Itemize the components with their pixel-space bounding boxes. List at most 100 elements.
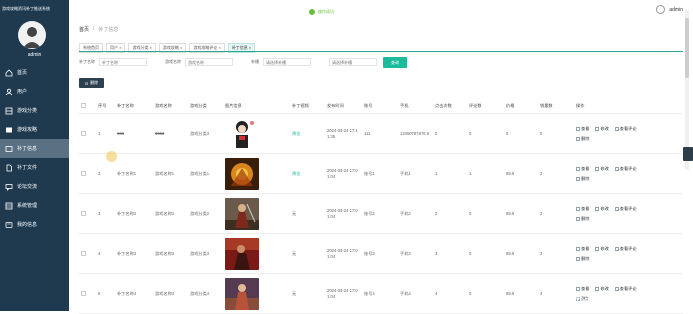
scrollbar[interactable]	[685, 10, 689, 170]
sidebar-item-label: 游戏攻略	[17, 127, 38, 133]
search-button[interactable]: 查询	[383, 57, 407, 68]
table-cell: 游戏名称1	[155, 154, 174, 193]
cell-account: 账号1	[364, 170, 375, 176]
table-cell: 0	[469, 114, 471, 153]
cell-account: 账号2	[364, 210, 375, 216]
delete-button[interactable]: 删除	[576, 136, 589, 142]
cell-video[interactable]: 预览	[292, 171, 300, 177]
edit-label: 修改	[600, 285, 609, 291]
view-button[interactable]: 查看	[576, 246, 589, 252]
cell-account: 账号4	[364, 290, 375, 296]
tab-label: 游戏攻略评论	[193, 45, 218, 50]
comments-button[interactable]: 查看评论	[614, 206, 637, 212]
edit-button[interactable]: 修改	[595, 206, 609, 212]
close-icon[interactable]: ×	[148, 45, 152, 50]
table-cell: 666	[117, 114, 124, 153]
cell-time: 2024-04-24 17:11:35	[327, 127, 358, 139]
delete-label: 删除	[90, 80, 99, 85]
close-icon[interactable]: ×	[217, 45, 220, 50]
row-checkbox-cell	[81, 234, 86, 273]
avatar[interactable]	[18, 21, 46, 49]
view-icon	[576, 286, 580, 291]
sidebar-item-7[interactable]: 系统管理	[0, 196, 69, 215]
view-button[interactable]: 查看	[576, 206, 589, 212]
edit-button[interactable]: 修改	[595, 166, 609, 172]
scrollbar-thumb[interactable]	[685, 18, 689, 78]
cell-comments: 0	[469, 291, 472, 296]
cell-clicks: 3	[435, 251, 438, 256]
edit-button[interactable]: 修改	[595, 126, 609, 132]
table-cell: 3	[435, 234, 437, 273]
edit-button[interactable]: 修改	[595, 285, 609, 292]
checkbox[interactable]	[81, 171, 86, 176]
close-icon[interactable]: ×	[248, 45, 251, 50]
table-cell: 账号1	[364, 154, 375, 193]
toast-text: 操作成功	[318, 9, 334, 14]
close-icon[interactable]: ×	[179, 45, 182, 50]
search-input-3[interactable]	[329, 58, 377, 66]
cell-video[interactable]: 预览	[292, 131, 300, 137]
settings-icon	[5, 202, 13, 210]
cell-account: 111	[364, 131, 371, 136]
select-all-checkbox[interactable]	[81, 98, 86, 113]
sidebar-item-6[interactable]: 论坛交流	[0, 177, 69, 196]
breadcrumb-home[interactable]: 首页	[79, 26, 89, 33]
close-icon[interactable]: ×	[118, 45, 121, 50]
comments-button[interactable]: 查看评论	[614, 126, 637, 132]
checkbox[interactable]	[81, 211, 86, 216]
checkbox[interactable]	[81, 291, 86, 296]
checkbox[interactable]	[81, 251, 86, 256]
table-cell: 账号3	[364, 234, 375, 273]
table-cell: 99.9	[506, 234, 514, 273]
cell-game: 游戏名称2	[155, 210, 175, 216]
cell-category: 游戏分类3	[190, 250, 210, 256]
search-input-0[interactable]	[99, 58, 147, 66]
table-cell: 4	[98, 234, 100, 273]
patch-image	[225, 274, 259, 313]
delete-button[interactable]: 删除	[576, 176, 589, 182]
sidebar-item-0[interactable]: 首页	[0, 63, 69, 82]
search-input-1[interactable]	[185, 58, 233, 66]
view-button[interactable]: 查看	[576, 126, 589, 132]
breadcrumb-separator: /	[93, 26, 95, 32]
comments-button[interactable]: 查看评论	[614, 166, 637, 172]
column-header: 价格	[506, 102, 515, 108]
column-header: 图片信息	[225, 102, 242, 108]
user-avatar-icon	[23, 27, 41, 48]
sidebar-item-8[interactable]: 我的信息	[0, 215, 69, 234]
view-button[interactable]: 查看	[576, 166, 589, 172]
book-icon	[5, 126, 13, 134]
table-cell: 0	[506, 114, 508, 153]
checkbox[interactable]	[81, 131, 86, 136]
side-panel-toggle[interactable]	[683, 147, 693, 161]
sidebar-item-2[interactable]: 游戏分类	[0, 101, 69, 120]
comments-button[interactable]: 查看评论	[614, 245, 637, 252]
cell-name: 补丁名称2	[117, 210, 137, 216]
delete-button[interactable]: 删除	[576, 256, 589, 262]
checkbox[interactable]	[81, 103, 86, 108]
comments-label: 查看评论	[619, 245, 637, 251]
batch-delete-button[interactable]: ⊟ 删除	[79, 78, 104, 88]
comments-button[interactable]: 查看评论	[614, 286, 637, 292]
cell-time: 2024-04-24 17:01:04	[327, 247, 358, 259]
delete-button[interactable]: 删除	[576, 216, 589, 222]
table-cell: 99.9	[506, 274, 514, 313]
delete-label: 删除	[581, 255, 590, 261]
search-input-2[interactable]	[263, 58, 311, 66]
delete-icon	[576, 136, 580, 141]
sidebar-item-5[interactable]: 补丁文件	[0, 158, 69, 177]
cell-video: 无	[292, 250, 297, 256]
cell-clicks: 4	[435, 291, 438, 296]
table-cell: 13450787876 5	[400, 114, 432, 153]
sidebar-item-1[interactable]: 用户	[0, 82, 69, 101]
header-user-menu[interactable]: admin	[656, 5, 683, 14]
comment-icon	[614, 206, 619, 211]
edit-button[interactable]: 修改	[595, 246, 609, 252]
view-button[interactable]: 查看	[576, 286, 589, 292]
breadcrumb-current: 补丁信息	[98, 27, 119, 33]
table-cell: 账号2	[364, 194, 375, 233]
sidebar-item-4[interactable]: 补丁信息	[0, 139, 69, 158]
tab-label: 游戏分类	[132, 45, 149, 50]
view-icon	[576, 126, 580, 131]
sidebar-item-3[interactable]: 游戏攻略	[0, 120, 69, 139]
